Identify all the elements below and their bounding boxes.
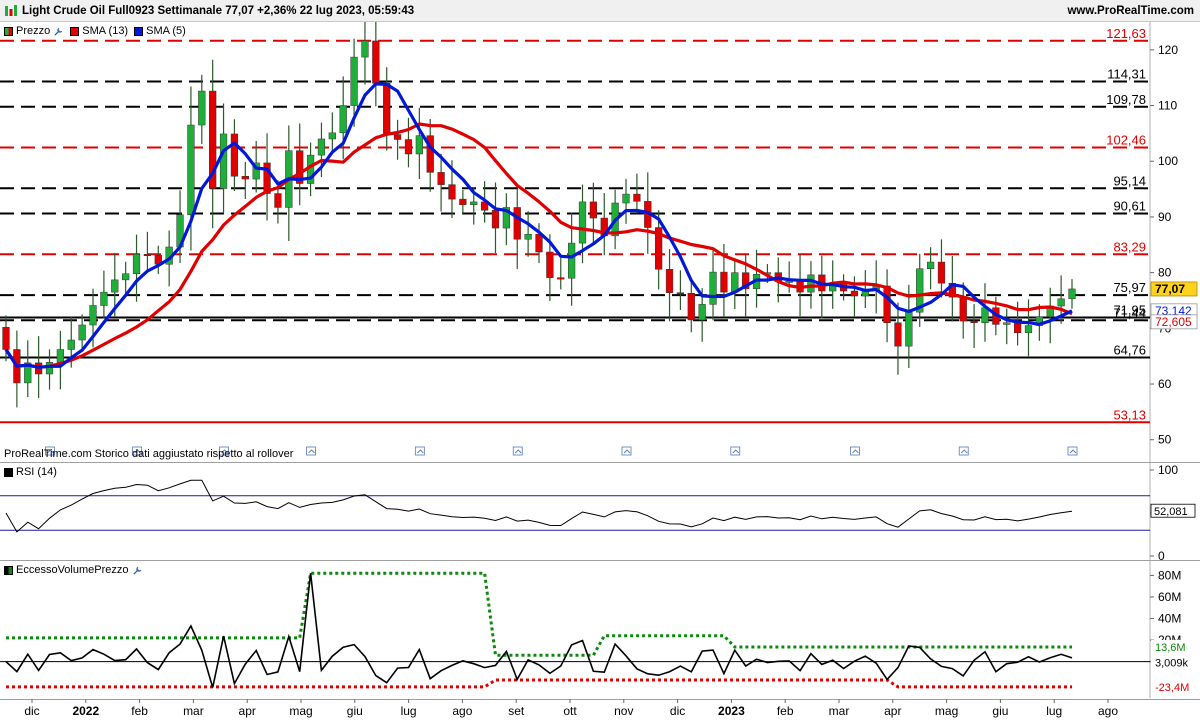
time-axis-label: mar	[829, 704, 850, 718]
time-axis[interactable]: dic 2022 feb mar apr mag giu lug ago set ott nov dic…	[0, 699, 1200, 718]
rsi-swatch-icon	[4, 467, 13, 477]
event-flag-icon[interactable]	[1067, 446, 1078, 456]
svg-text:72,605: 72,605	[1155, 315, 1192, 329]
price-tick-label: 100	[1158, 154, 1178, 168]
volume-tick-label: 40M	[1158, 612, 1181, 626]
event-flag-icon[interactable]	[850, 446, 860, 456]
svg-text:-23,4M: -23,4M	[1155, 682, 1189, 694]
price-level-label: 53,13	[1113, 407, 1146, 422]
rsi-legend[interactable]: RSI (14)	[4, 465, 57, 479]
sma13-swatch-icon	[70, 26, 80, 36]
price-level-label: 114,31	[1107, 67, 1146, 82]
watermark: ProRealTime.com Storico dati aggiustato …	[4, 448, 294, 460]
volume-value-labels: 13,6M 3,009k -23,4M	[1151, 639, 1196, 694]
price-level-label: 75,97	[1113, 280, 1146, 295]
volume-value-badge: -23,4M	[1151, 679, 1196, 694]
price-panel[interactable]: 121,63 114,31 109,78 102,46 95,14 90,61 83,29 7…	[0, 22, 1200, 462]
rsi-panel[interactable]: 100500 52,081	[0, 462, 1200, 564]
price-tick-label: 110	[1158, 99, 1177, 113]
price-tick-label: 80	[1158, 266, 1172, 280]
price-badge: 72,605	[1150, 314, 1198, 330]
time-axis-label: mar	[183, 704, 204, 718]
chart-area[interactable]: 121,63 114,31 109,78 102,46 95,14 90,61 83,29 7…	[0, 22, 1200, 720]
time-axis-label: ago	[452, 704, 472, 718]
time-axis-label: mag	[289, 704, 312, 718]
time-axis-label: nov	[614, 704, 633, 718]
volume-swatch-icon	[4, 565, 13, 575]
time-axis-label: mag	[935, 704, 958, 718]
title-bar: Light Crude Oil Full0923 Settimanale 77,…	[0, 0, 1200, 22]
wrench-icon[interactable]	[132, 565, 143, 576]
price-tick-label: 50	[1158, 433, 1172, 447]
time-axis-label: dic	[24, 704, 39, 718]
event-flag-icon[interactable]	[414, 446, 425, 456]
event-flag-icon[interactable]	[621, 446, 632, 456]
volume-tick-label: 60M	[1158, 590, 1181, 604]
price-tick-label: 60	[1158, 377, 1172, 391]
event-flag-icon[interactable]	[512, 446, 523, 456]
time-axis-label: apr	[884, 704, 901, 718]
time-axis-label: feb	[131, 704, 148, 718]
price-tick-label: 90	[1158, 210, 1172, 224]
price-level-label: 71,44	[1113, 305, 1146, 320]
event-flag-icon[interactable]	[958, 446, 969, 456]
time-axis-label: apr	[239, 704, 256, 718]
price-level-label: 64,76	[1113, 343, 1146, 358]
price-legend: Prezzo SMA (13) SMA (5)	[4, 24, 192, 38]
time-axis-label: giu	[992, 704, 1008, 718]
legend-sma5[interactable]: SMA (5)	[134, 25, 186, 37]
time-axis-label: dic	[670, 704, 685, 718]
price-tick-label: 120	[1158, 43, 1178, 57]
legend-price[interactable]: Prezzo	[4, 25, 64, 37]
price-level-label: 121,63	[1106, 26, 1146, 41]
event-flag-icon[interactable]	[730, 446, 741, 456]
time-axis-label: 2023	[718, 704, 745, 718]
price-level-label: 83,29	[1113, 239, 1146, 254]
sma5-swatch-icon	[134, 26, 144, 36]
legend-sma13[interactable]: SMA (13)	[70, 25, 128, 37]
time-axis-label: feb	[777, 704, 794, 718]
price-level-label: 90,61	[1113, 199, 1146, 214]
time-axis-label: set	[508, 704, 525, 718]
time-axis-label: ago	[1098, 704, 1118, 718]
svg-text:13,6M: 13,6M	[1155, 642, 1186, 654]
site-link[interactable]: www.ProRealTime.com	[1067, 5, 1194, 17]
chart-logo-icon	[5, 5, 17, 16]
price-swatch-icon	[4, 26, 13, 36]
svg-text:52,081: 52,081	[1154, 506, 1188, 518]
price-badges: 77,0773,14272,605	[1150, 281, 1198, 330]
volume-value-badge: 13,6M	[1151, 639, 1196, 654]
volume-value-badge: 3,009k	[1151, 655, 1196, 669]
time-axis-label: ott	[563, 704, 577, 718]
time-axis-label: 2022	[72, 704, 99, 718]
rsi-tick-label: 100	[1158, 463, 1178, 477]
price-level-label: 109,78	[1106, 92, 1146, 107]
time-axis-label: giu	[347, 704, 363, 718]
volume-legend[interactable]: EccessoVolumePrezzo	[4, 563, 143, 577]
svg-text:3,009k: 3,009k	[1155, 657, 1189, 669]
price-level-label: 95,14	[1113, 173, 1146, 188]
volume-panel[interactable]: 80M60M40M20M0 13,6M3,009k-23,4M	[0, 560, 1200, 699]
time-axis-label: lug	[1046, 704, 1062, 718]
price-badge: 77,07	[1150, 281, 1198, 297]
event-flag-icon[interactable]	[306, 446, 316, 456]
price-level-label: 102,46	[1106, 133, 1146, 148]
volume-tick-label: 80M	[1158, 568, 1181, 582]
rsi-value-badge: 52,081	[1150, 503, 1196, 518]
svg-text:77,07: 77,07	[1155, 282, 1185, 296]
wrench-icon[interactable]	[53, 26, 64, 37]
instrument-title: Light Crude Oil Full0923 Settimanale 77,…	[22, 5, 415, 17]
time-axis-label: lug	[401, 704, 417, 718]
